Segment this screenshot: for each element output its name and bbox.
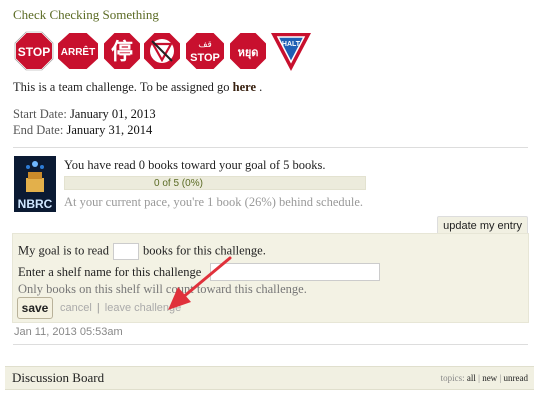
topics-separator: |	[478, 373, 480, 383]
stop-sign-thai: หยุด	[228, 31, 268, 71]
stop-sign-french: ARRÊT	[56, 31, 100, 71]
stop-sign-text: 停	[111, 39, 133, 65]
start-date-row: Start Date: January 01, 2013	[13, 107, 156, 122]
stop-sign-english: STOP	[14, 31, 54, 71]
start-date-value: January 01, 2013	[69, 107, 156, 121]
cancel-link[interactable]: cancel	[60, 302, 92, 314]
divider	[13, 147, 528, 148]
pace-note: At your current pace, you're 1 book (26%…	[64, 195, 364, 209]
save-button[interactable]: save	[17, 297, 53, 319]
topics-all-link[interactable]: all	[467, 373, 476, 383]
team-challenge-note: This is a team challenge. To be assigned…	[13, 80, 262, 95]
team-note-prefix: This is a team challenge. To be assigned…	[13, 80, 230, 94]
topics-label: topics:	[440, 373, 465, 383]
halt-sign: HALT	[269, 31, 313, 73]
goal-count-input[interactable]	[112, 243, 139, 260]
cover-text: NBRC	[18, 197, 53, 211]
goal-prefix: My goal is to read	[18, 243, 109, 258]
svg-text:STOP: STOP	[190, 52, 220, 64]
progress-bar	[64, 176, 366, 190]
progress-label: 0 of 5 (0%)	[154, 178, 203, 189]
topics-unread-link[interactable]: unread	[504, 373, 529, 383]
halt-sign-text: HALT	[282, 41, 301, 48]
entry-timestamp: Jan 11, 2013 05:53am	[14, 326, 123, 338]
stop-sign-chinese: 停	[102, 31, 142, 71]
topics-new-link[interactable]: new	[482, 373, 497, 383]
progress-summary: You have read 0 books toward your goal o…	[64, 158, 326, 172]
divider	[13, 344, 528, 345]
team-note-suffix: .	[259, 80, 263, 94]
stop-sign-text: ARRÊT	[61, 45, 95, 58]
end-date-row: End Date: January 31, 2014	[13, 123, 152, 138]
link-separator: |	[96, 302, 100, 314]
topics-separator: |	[499, 373, 502, 383]
page-title: Check Checking Something	[13, 7, 159, 22]
team-assign-link[interactable]: here	[233, 80, 256, 94]
stop-sign-text: STOP	[18, 45, 50, 59]
end-date-label: End Date:	[13, 123, 64, 137]
discussion-board-header: Discussion Board topics: all | new | unr…	[5, 366, 534, 390]
end-date-value: January 31, 2014	[66, 123, 153, 137]
stop-sign-arabic: قف STOP	[184, 31, 226, 71]
svg-text:قف: قف	[198, 40, 212, 50]
start-date-label: Start Date:	[13, 107, 67, 121]
discussion-title: Discussion Board	[12, 370, 105, 385]
annotation-arrow	[160, 254, 240, 316]
stop-sign-text: หยุด	[238, 46, 259, 60]
challenge-cover-image[interactable]: NBRC	[14, 156, 56, 212]
topics-filter: topics: all | new | unread	[441, 373, 528, 383]
stop-sign-no-entry	[142, 31, 182, 71]
